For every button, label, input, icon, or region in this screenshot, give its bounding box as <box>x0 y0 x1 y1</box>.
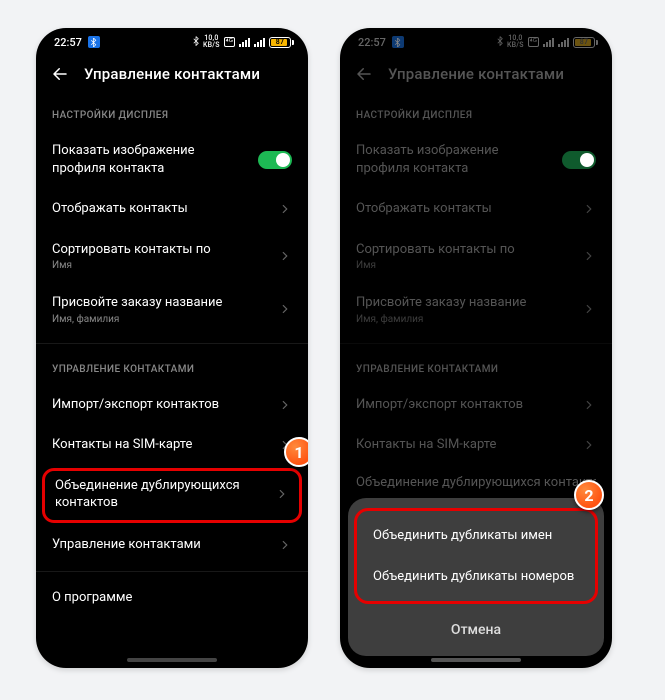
network-speed: 10,0 KB/S <box>203 35 220 49</box>
row-label: Контакты на SIM-карте <box>356 436 572 454</box>
status-time: 22:57 <box>358 36 386 49</box>
row-sublabel: Имя <box>52 260 268 271</box>
toggle-show-profile-image[interactable] <box>258 151 292 169</box>
callout-merge-duplicates[interactable]: Объединение дублирующихся контактов <box>42 468 302 523</box>
volte-icon: ⁴ᴳ <box>528 37 539 47</box>
row-label: Отображать контакты <box>356 200 572 218</box>
section-manage-contacts: УПРАВЛЕНИЕ КОНТАКТАМИ <box>340 350 612 385</box>
row-label: О программе <box>52 589 292 607</box>
status-bar: 22:57 10,0 KB/S ⁴ᴳ 87 <box>340 28 612 56</box>
row-manage-contacts[interactable]: Управление контактами <box>36 525 308 566</box>
signal-icon-2 <box>558 38 569 47</box>
sheet-cancel-button[interactable]: Отмена <box>348 608 604 652</box>
bluetooth-icon <box>88 36 100 48</box>
row-name-order[interactable]: Присвойте заказу название Имя, фамилия <box>36 283 308 337</box>
row-show-contacts: Отображать контакты <box>340 189 612 230</box>
chevron-right-icon <box>278 249 292 263</box>
section-manage-contacts: УПРАВЛЕНИЕ КОНТАКТАМИ <box>36 350 308 385</box>
row-about[interactable]: О программе <box>36 578 308 619</box>
row-sort-contacts[interactable]: Сортировать контакты по Имя <box>36 230 308 284</box>
bluetooth-icon <box>392 36 404 48</box>
status-bar: 22:57 10,0 KB/S ⁴ᴳ 87 <box>36 28 308 56</box>
step-marker-2: 2 <box>574 480 604 510</box>
step-marker-1: 1 <box>284 437 308 467</box>
status-time: 22:57 <box>54 36 82 49</box>
row-label: Объединение дублирующихся контактов <box>55 477 267 512</box>
row-label: Сортировать контакты по <box>356 241 572 259</box>
volte-icon: ⁴ᴳ <box>224 37 235 47</box>
row-show-contacts[interactable]: Отображать контакты <box>36 189 308 230</box>
row-label: Управление контактами <box>52 536 268 554</box>
bluetooth-small-icon <box>193 36 199 49</box>
page-title: Управление контактами <box>84 65 260 83</box>
row-merge-duplicates: Объединение дублирующихся контактов <box>340 466 612 496</box>
back-button[interactable] <box>50 64 70 84</box>
chevron-right-icon <box>582 249 596 263</box>
signal-icon <box>543 38 554 47</box>
row-label: Присвойте заказу название <box>52 294 268 312</box>
row-label: Импорт/экспорт контактов <box>356 396 572 414</box>
chevron-right-icon <box>278 538 292 552</box>
row-sort-contacts: Сортировать контакты по Имя <box>340 230 612 284</box>
row-show-profile-image: Показать изображение профиля контакта <box>340 131 612 189</box>
chevron-right-icon <box>582 302 596 316</box>
row-sim-contacts: Контакты на SIM-карте <box>340 425 612 466</box>
bottom-sheet: Объединить дубликаты имен Объединить дуб… <box>348 498 604 656</box>
chevron-right-icon <box>278 302 292 316</box>
home-indicator[interactable] <box>431 658 521 662</box>
row-sublabel: Имя, фамилия <box>356 314 572 325</box>
header: Управление контактами <box>340 56 612 96</box>
row-label: Контакты на SIM-карте <box>52 436 268 454</box>
section-display-settings: НАСТРОЙКИ ДИСПЛЕЯ <box>36 96 308 131</box>
row-import-export: Импорт/экспорт контактов <box>340 385 612 426</box>
chevron-right-icon <box>278 398 292 412</box>
row-show-profile-image[interactable]: Показать изображение профиля контакта <box>36 131 308 189</box>
row-import-export[interactable]: Импорт/экспорт контактов <box>36 385 308 426</box>
row-label: Объединение дублирующихся контактов <box>356 474 596 492</box>
row-label: Присвойте заказу название <box>356 294 572 312</box>
battery-icon: 87 <box>269 37 294 48</box>
row-label: Импорт/экспорт контактов <box>52 396 268 414</box>
row-sublabel: Имя, фамилия <box>52 314 268 325</box>
row-label: Отображать контакты <box>52 200 268 218</box>
callout-merge-options: Объединить дубликаты имен Объединить дуб… <box>354 508 598 604</box>
phone-screen-2: 22:57 10,0 KB/S ⁴ᴳ 87 Управление контак <box>340 28 612 668</box>
bluetooth-small-icon <box>497 36 503 49</box>
row-label: Показать изображение профиля контакта <box>356 142 552 177</box>
toggle-show-profile-image <box>562 151 596 169</box>
chevron-right-icon <box>278 202 292 216</box>
page-title: Управление контактами <box>388 65 564 83</box>
sheet-merge-numbers[interactable]: Объединить дубликаты номеров <box>357 556 595 597</box>
sheet-merge-names[interactable]: Объединить дубликаты имен <box>357 515 595 556</box>
signal-icon <box>239 38 250 47</box>
chevron-right-icon <box>582 438 596 452</box>
row-sublabel: Имя <box>356 260 572 271</box>
signal-icon-2 <box>254 38 265 47</box>
row-sim-contacts[interactable]: Контакты на SIM-карте 1 <box>36 425 308 466</box>
network-speed: 10,0 KB/S <box>507 35 524 49</box>
back-button[interactable] <box>354 64 374 84</box>
chevron-right-icon <box>582 398 596 412</box>
battery-icon: 87 <box>573 37 598 48</box>
row-name-order: Присвойте заказу название Имя, фамилия <box>340 283 612 337</box>
chevron-right-icon <box>275 487 289 501</box>
phone-screen-1: 22:57 10,0 KB/S ⁴ᴳ 87 Управление контак <box>36 28 308 668</box>
home-indicator[interactable] <box>127 658 217 662</box>
header: Управление контактами <box>36 56 308 96</box>
chevron-right-icon <box>582 202 596 216</box>
row-label: Сортировать контакты по <box>52 241 268 259</box>
row-label: Показать изображение профиля контакта <box>52 142 248 177</box>
section-display-settings: НАСТРОЙКИ ДИСПЛЕЯ <box>340 96 612 131</box>
